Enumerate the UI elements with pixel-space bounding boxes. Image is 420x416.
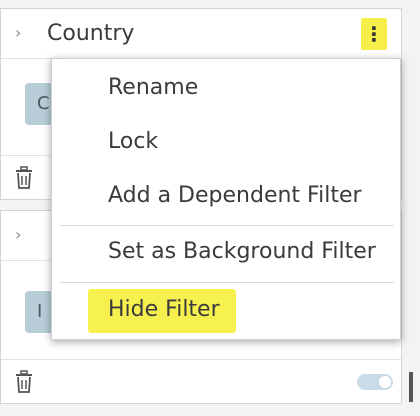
menu-item-add-dependent-filter[interactable]: Add a Dependent Filter [52,175,400,219]
toggle-switch[interactable] [357,374,393,390]
filter-panel-footer [1,359,401,403]
menu-item-set-background-filter[interactable]: Set as Background Filter [52,231,400,275]
kebab-menu-icon[interactable]: ⋮ [361,18,387,50]
menu-divider [60,282,394,283]
trash-icon[interactable] [13,166,35,190]
filter-context-menu: Rename Lock Add a Dependent Filter Set a… [51,58,401,340]
menu-item-lock[interactable]: Lock [52,121,400,165]
filter-pane: › Country ⋮ C › I Rename Lock Add a Depe… [0,0,420,416]
trash-icon[interactable] [13,370,35,394]
menu-item-hide-filter[interactable]: Hide Filter [52,289,400,333]
filter-panel-header[interactable]: › Country ⋮ [1,9,401,59]
menu-item-rename[interactable]: Rename [52,67,400,111]
menu-item-label: Hide Filter [108,297,220,322]
text-cursor [409,372,413,402]
menu-divider [60,225,394,226]
menu-item-label: Rename [108,75,199,100]
menu-item-label: Lock [108,129,159,154]
chevron-right-icon[interactable]: › [15,23,21,42]
menu-item-label: Set as Background Filter [108,239,376,264]
filter-title: Country [47,21,135,46]
menu-item-label: Add a Dependent Filter [108,183,362,208]
chevron-right-icon[interactable]: › [15,225,21,244]
